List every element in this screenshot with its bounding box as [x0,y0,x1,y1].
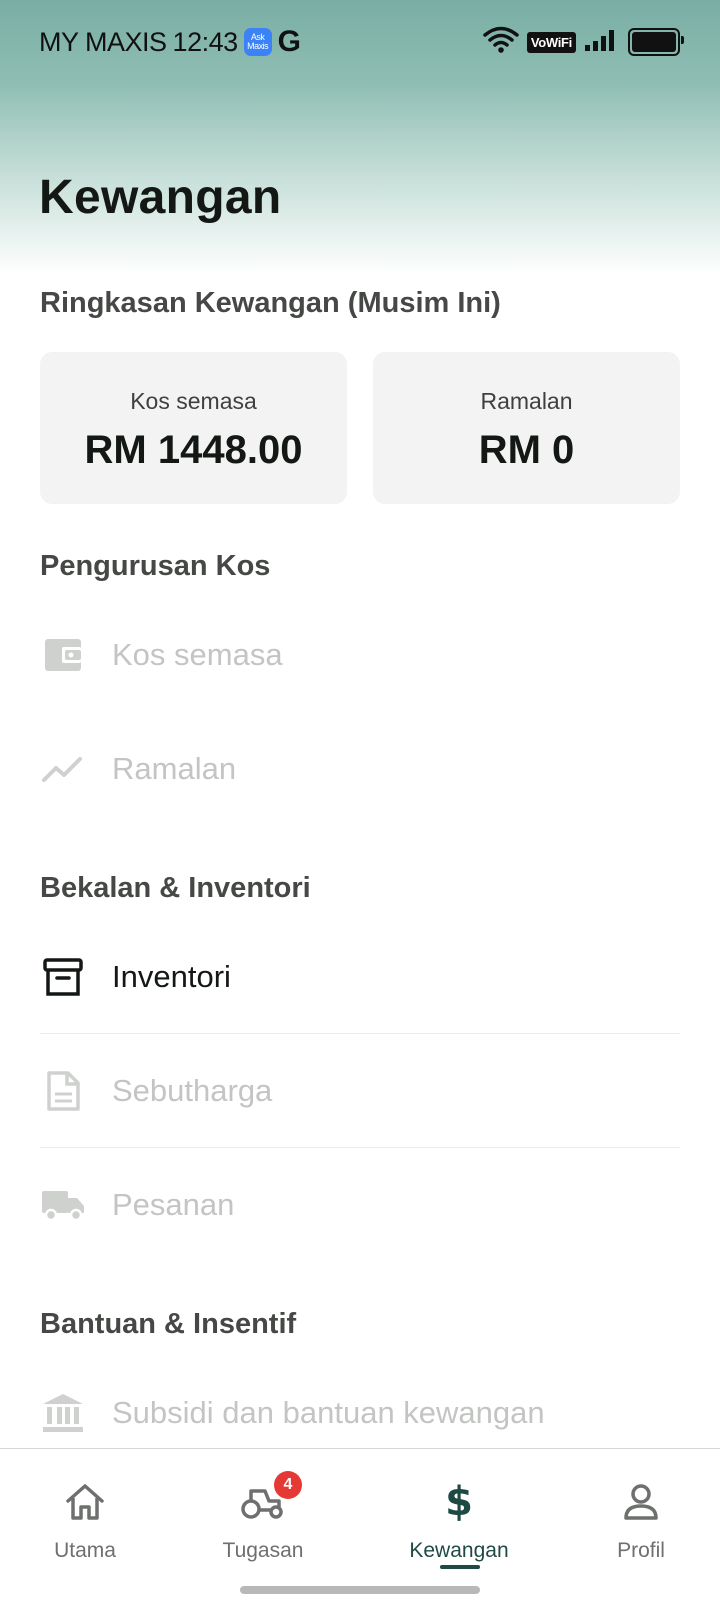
list-item-forecast[interactable]: Ramalan [40,712,680,826]
home-indicator[interactable] [240,1586,480,1594]
signal-icon [584,28,620,57]
list-item-inventory[interactable]: Inventori [40,920,680,1034]
list-item-quotation[interactable]: Sebutharga [40,1034,680,1148]
archive-box-icon [40,954,86,1000]
summary-card-forecast: Ramalan RM 0 [373,352,680,504]
summary-card-label: Kos semasa [130,388,257,414]
status-bar: MY MAXIS 12:43 Ask Maxis G VoWiFi [0,0,720,84]
page-title: Kewangan [39,171,282,224]
list-item-orders[interactable]: Pesanan [40,1148,680,1262]
tractor-icon: 4 [238,1471,302,1525]
summary-card-label: Ramalan [480,388,573,414]
cost-management-heading: Pengurusan Kos [40,550,271,582]
nav-label: Utama [54,1539,116,1562]
summary-heading: Ringkasan Kewangan (Musim Ini) [40,287,501,319]
nav-label: Profil [617,1539,665,1562]
ask-maxis-app-icon: Ask Maxis [243,28,272,56]
summary-card-current-cost: Kos semasa RM 1448.00 [40,352,347,504]
clock: 12:43 [172,26,239,57]
aid-heading: Bantuan & Insentif [40,1308,297,1340]
active-tab-indicator [440,1565,480,1569]
nav-label: Tugasan [222,1539,304,1562]
vowifi-icon: VoWiFi [526,31,576,53]
list-item-label: Inventori [112,959,231,994]
nav-item-profile[interactable]: Profil [551,1449,720,1569]
google-icon: G [277,25,301,58]
list-item-label: Sebutharga [112,1073,273,1108]
list-item-label: Subsidi dan bantuan kewangan [112,1395,545,1430]
wifi-icon [483,26,519,59]
battery-icon [628,28,684,56]
document-icon [40,1068,86,1114]
nav-item-finance[interactable]: $ Kewangan [369,1449,549,1569]
truck-icon [40,1182,86,1228]
list-item-label: Ramalan [112,751,237,786]
list-item-label: Kos semasa [112,637,283,672]
nav-item-home[interactable]: Utama [0,1449,175,1569]
tasks-badge: 4 [274,1471,302,1499]
status-bar-right: VoWiFi [483,26,684,59]
nav-item-tasks[interactable]: 4 Tugasan [173,1449,353,1569]
summary-card-value: RM 1448.00 [84,428,303,472]
list-item-current-cost[interactable]: Kos semasa [40,598,680,712]
bank-icon [40,1390,86,1436]
person-icon [616,1479,666,1525]
trend-icon [40,746,86,792]
status-bar-left: MY MAXIS 12:43 Ask Maxis G [39,24,301,60]
supplies-heading: Bekalan & Inventori [40,872,311,904]
carrier-label: MY MAXIS [39,26,167,57]
summary-card-value: RM 0 [478,428,575,472]
wallet-icon [40,632,86,678]
nav-label: Kewangan [409,1539,509,1562]
dollar-icon: $ [445,1479,473,1525]
home-icon [60,1479,110,1525]
list-item-label: Pesanan [112,1187,235,1222]
